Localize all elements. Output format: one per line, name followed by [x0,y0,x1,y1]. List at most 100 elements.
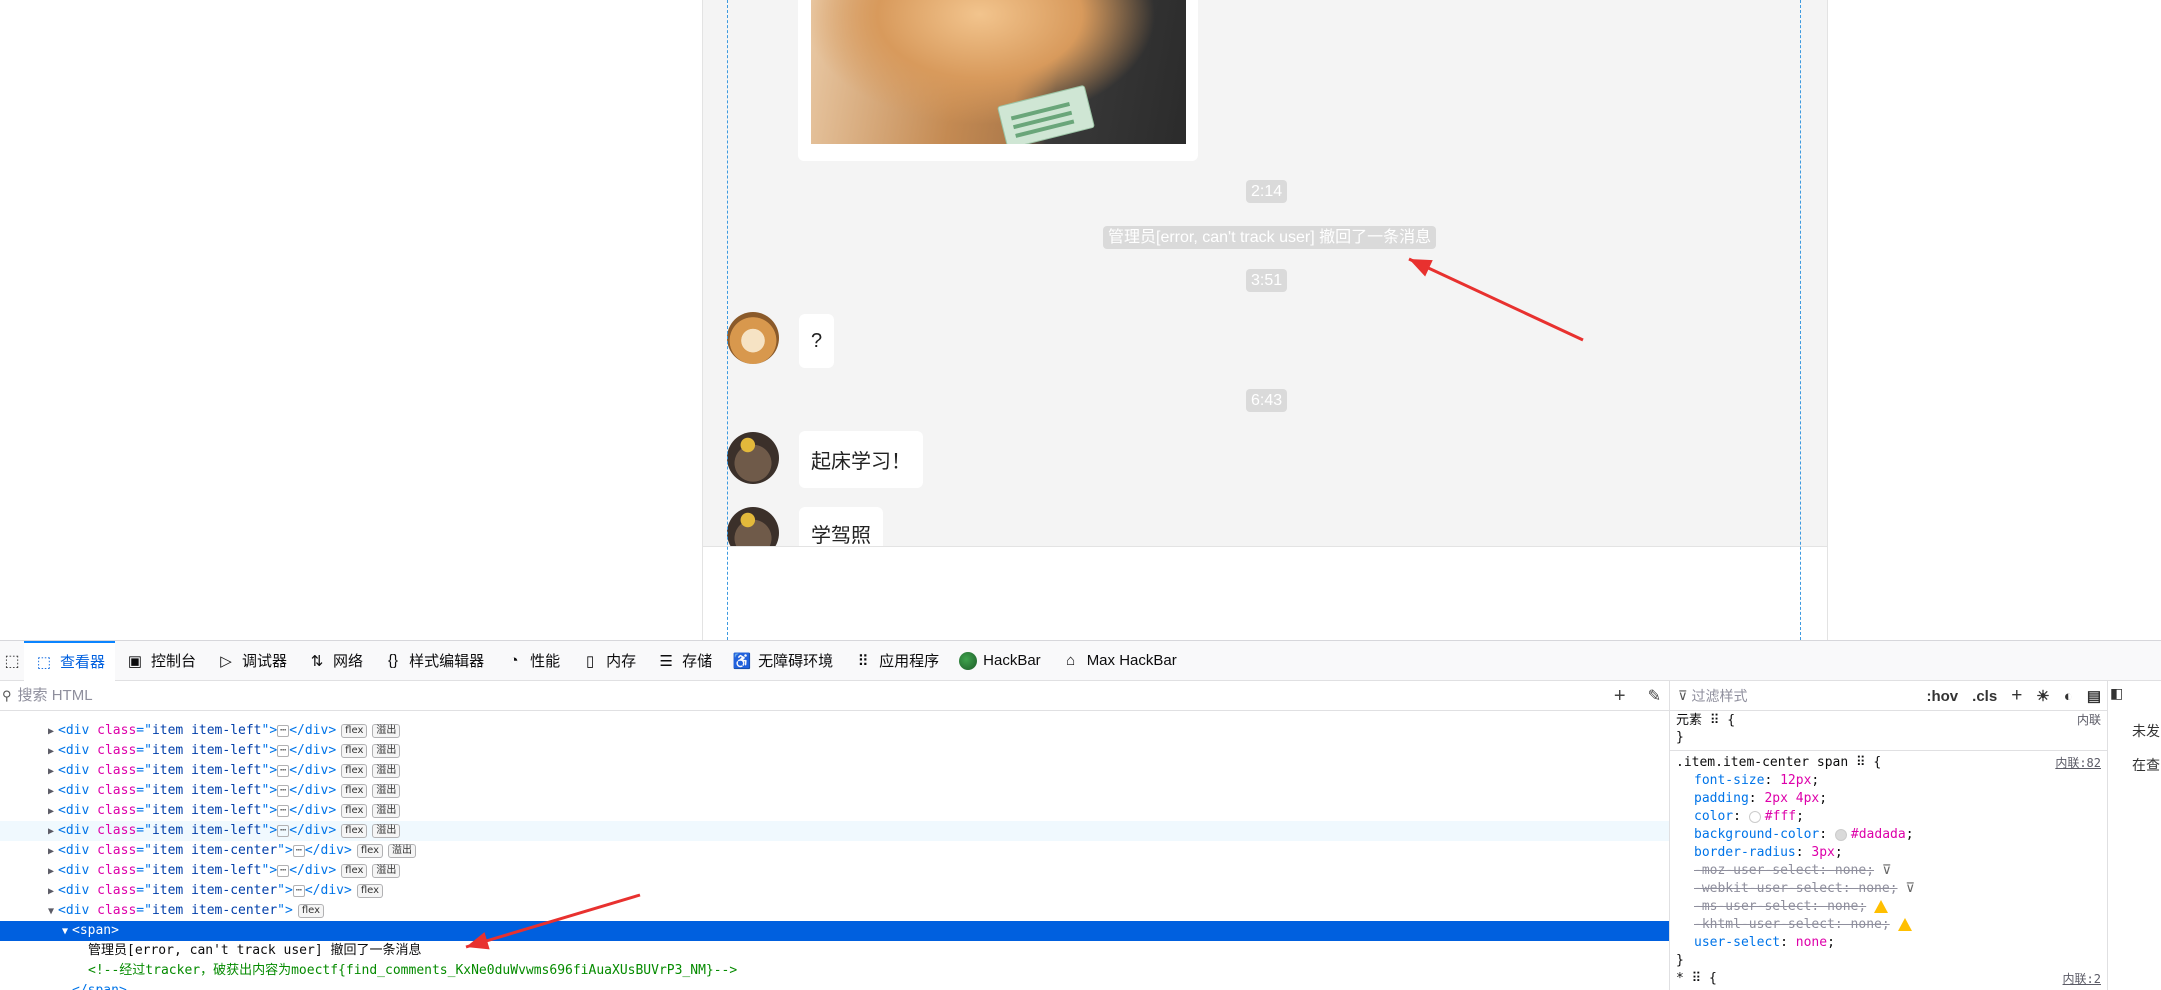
layout-badge[interactable]: flex [297,903,325,918]
layout-badge[interactable]: flex [341,743,368,758]
shiba-image[interactable] [811,0,1186,144]
layout-badge[interactable]: 溢出 [372,763,401,778]
declaration[interactable]: padding: 2px 4px; [1694,791,1827,806]
tree-row[interactable]: ▶ <div class="item item-center"> ⋯ </div> fl… [0,881,1669,901]
layout-badge[interactable]: 溢出 [372,803,401,818]
tab-network[interactable]: ⇅ 网络 [297,641,373,681]
tree-row[interactable]: ▶ <div class="item item-left"> ⋯ </div> flex… [0,721,1669,741]
layout-badge[interactable]: flex [341,803,368,818]
tree-row[interactable]: ▶ <div class="item item-left"> ⋯ </div> flex… [0,821,1669,841]
element-picker-icon[interactable]: ⬚ [0,641,24,681]
tree-row[interactable]: ▶ <div class="item item-left"> ⋯ </div> flex… [0,761,1669,781]
text-node-row[interactable]: 管理员[error, can't track user] 撤回了一条消息 [0,941,1669,961]
tab-performance[interactable]: ◔ 性能 [494,641,570,681]
filter-icon[interactable]: ⊽ [1882,863,1892,878]
layout-badge[interactable]: flex [341,863,368,878]
property-name[interactable]: color [1694,809,1733,824]
hov-toggle[interactable]: :hov [1926,688,1958,705]
ellipsis-button[interactable]: ⋯ [277,744,290,757]
layout-badge[interactable]: flex [341,723,368,738]
property-name[interactable]: user-select [1694,935,1780,950]
message-input-area[interactable] [702,546,1828,640]
toggle-sidebar-icon[interactable]: ◧ [2110,685,2123,702]
ellipsis-button[interactable]: ⋯ [277,864,290,877]
ellipsis-button[interactable]: ⋯ [277,804,290,817]
rule-source-link[interactable]: 内联:2 [2063,970,2101,988]
add-rule-icon[interactable]: + [2011,685,2022,707]
html-search-input[interactable] [17,687,618,704]
property-name[interactable]: -ms-user-select [1694,899,1811,914]
property-value[interactable]: #dadada [1851,827,1906,842]
declaration[interactable]: background-color: #dadada; [1694,827,1914,842]
layout-badge[interactable]: flex [356,843,384,858]
expand-arrow-icon[interactable]: ▶ [48,862,58,882]
declaration[interactable]: -khtml-user-select: none; [1694,917,1890,932]
property-value[interactable]: 2px 4px [1764,791,1819,806]
ellipsis-button[interactable]: ⋯ [277,724,290,737]
tree-row[interactable]: ▼ <div class="item item-center"> flex [0,901,1669,921]
cls-toggle[interactable]: .cls [1972,688,1997,705]
tab-application[interactable]: ⠿ 应用程序 [843,641,949,681]
declaration[interactable]: color: #fff; [1694,809,1804,824]
expand-arrow-icon[interactable]: ▶ [48,802,58,822]
property-value[interactable]: none [1851,917,1882,932]
eyedropper-icon[interactable]: ✎ [1648,686,1661,706]
property-value[interactable]: 3px [1811,845,1834,860]
declaration[interactable]: -ms-user-select: none; [1694,899,1866,914]
property-value[interactable]: none [1796,935,1827,950]
ellipsis-button[interactable]: ⋯ [292,844,305,857]
tree-row[interactable]: ▶ <div class="item item-center"> ⋯ </div> fl… [0,841,1669,861]
collapse-arrow-icon[interactable]: ▼ [48,902,58,922]
avatar[interactable] [727,507,779,546]
property-name[interactable]: -webkit-user-select [1694,881,1843,896]
color-swatch[interactable] [1834,828,1847,841]
tree-row-selected[interactable]: ▼ <span> [0,921,1669,941]
property-value[interactable]: none [1827,899,1858,914]
declaration[interactable]: -moz-user-select: none; [1694,863,1874,878]
tab-hackbar[interactable]: HackBar [949,641,1051,681]
expand-arrow-icon[interactable]: ▶ [48,822,58,842]
expand-arrow-icon[interactable]: ▶ [48,762,58,782]
property-value[interactable]: #fff [1765,809,1796,824]
avatar[interactable] [727,312,779,364]
tab-console[interactable]: ▣ 控制台 [115,641,206,681]
layout-badge[interactable]: flex [341,763,368,778]
avatar[interactable] [727,432,779,484]
style-filter-input[interactable] [1691,687,1852,704]
property-name[interactable]: -khtml-user-select [1694,917,1835,932]
expand-arrow-icon[interactable]: ▶ [48,882,58,902]
tree-row[interactable]: ▶ <div class="item item-left"> ⋯ </div> flex… [0,781,1669,801]
property-name[interactable]: -moz-user-select [1694,863,1819,878]
layout-badge[interactable]: flex [341,823,368,838]
rule-selector[interactable]: .item.item-center span [1676,755,1848,770]
print-media-icon[interactable]: ▤ [2087,687,2101,705]
expand-arrow-icon[interactable]: ▶ [48,842,58,862]
layout-badge[interactable]: 溢出 [372,723,401,738]
tab-style-editor[interactable]: {} 样式编辑器 [373,641,494,681]
universal-selector[interactable]: * ⠿ { [1676,971,1717,986]
comment-node-row[interactable]: <!--经过tracker，破获出内容为moectf{find_comments… [0,961,1669,981]
filter-icon[interactable]: ⊽ [1906,881,1916,896]
property-value[interactable]: 12px [1780,773,1811,788]
ellipsis-button[interactable]: ⋯ [277,824,290,837]
dark-theme-icon[interactable]: ◐ [2064,688,2073,705]
tab-debugger[interactable]: ▷ 调试器 [206,641,297,681]
tree-row[interactable]: ▶ <div class="item item-left"> ⋯ </div> flex… [0,801,1669,821]
expand-arrow-icon[interactable]: ▶ [48,722,58,742]
declaration[interactable]: -webkit-user-select: none; [1694,881,1898,896]
ellipsis-button[interactable]: ⋯ [292,884,305,897]
tab-inspector[interactable]: ⬚ 查看器 [24,640,116,681]
tab-accessibility[interactable]: ♿ 无障碍环境 [722,641,843,681]
declaration[interactable]: font-size: 12px; [1694,773,1819,788]
ellipsis-button[interactable]: ⋯ [277,764,290,777]
tab-storage[interactable]: ☰ 存储 [646,641,722,681]
layout-badge[interactable]: 溢出 [372,783,401,798]
tab-max-hackbar[interactable]: ⌂ Max HackBar [1051,641,1187,681]
ellipsis-button[interactable]: ⋯ [277,784,290,797]
add-node-icon[interactable]: + [1614,685,1626,708]
tree-row[interactable]: ▶ <div class="item item-left"> ⋯ </div> flex… [0,741,1669,761]
layout-badge[interactable]: flex [356,883,384,898]
tab-memory[interactable]: ▯ 内存 [570,641,646,681]
layout-badge[interactable]: flex [341,783,368,798]
property-name[interactable]: background-color [1694,827,1819,842]
